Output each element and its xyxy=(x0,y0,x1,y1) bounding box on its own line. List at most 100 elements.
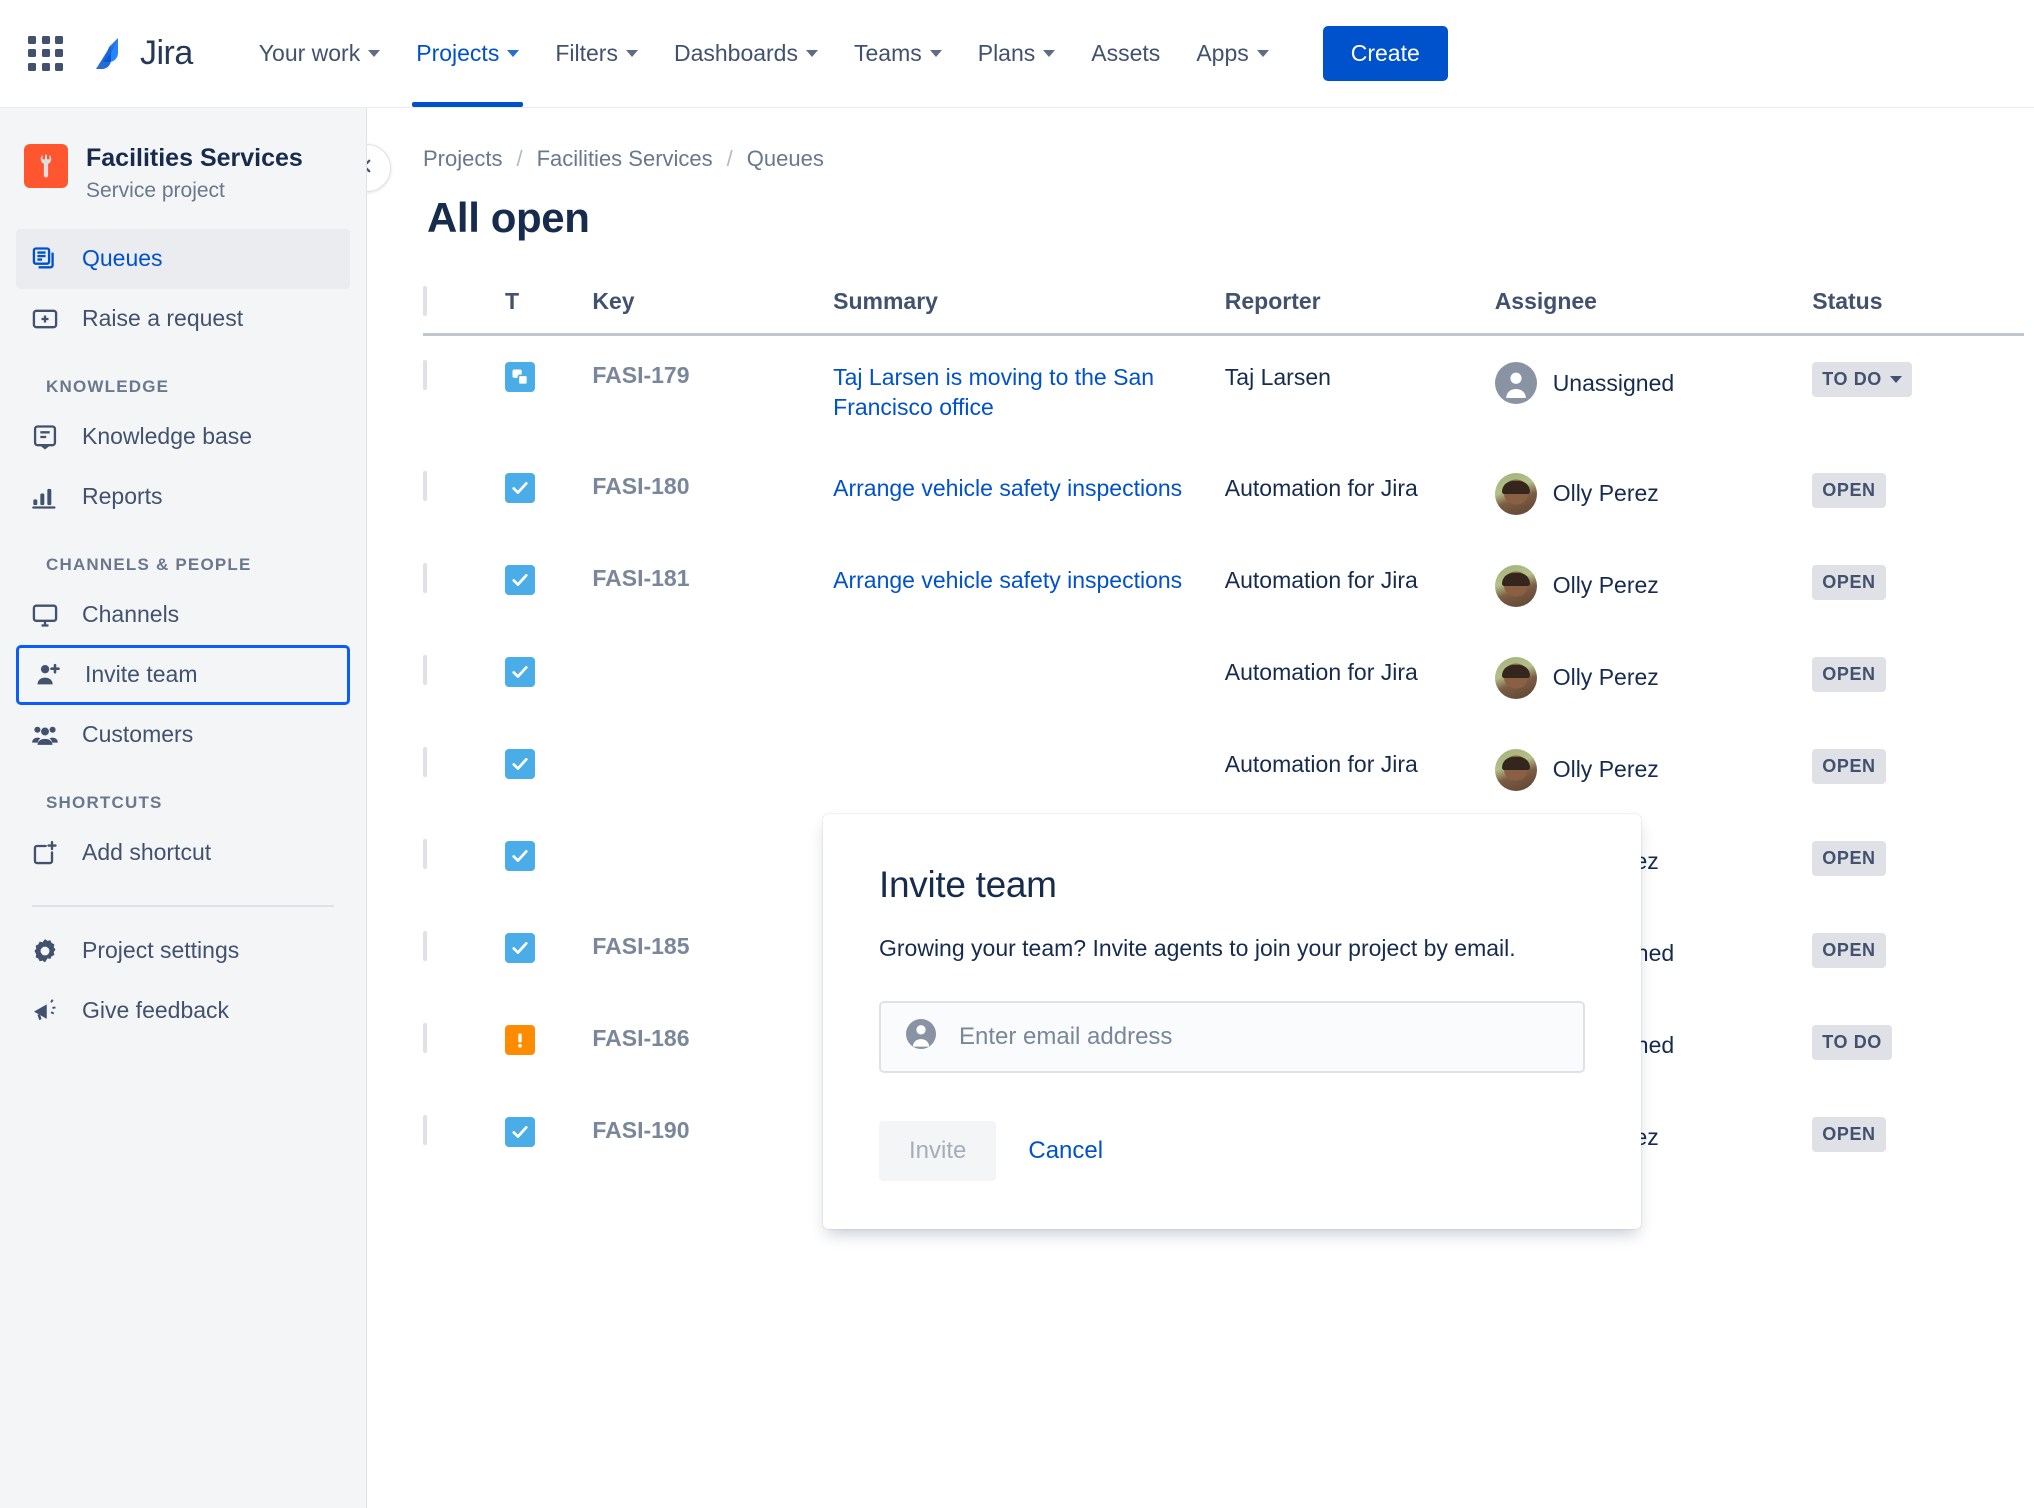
column-header-assignee[interactable]: Assignee xyxy=(1495,288,1813,335)
row-summary[interactable] xyxy=(833,723,1225,815)
row-reporter: Automation for Jira xyxy=(1224,474,1418,501)
sidebar-item-reports[interactable]: Reports xyxy=(16,467,350,527)
row-assignee[interactable]: Olly Perez xyxy=(1494,564,1813,607)
table-row[interactable]: Automation for Jira Olly Perez OPEN xyxy=(423,631,2024,723)
row-key[interactable]: FASI-190 xyxy=(592,1091,833,1183)
row-select-cell xyxy=(423,539,505,631)
table-row[interactable]: FASI-180 Arrange vehicle safety inspectio… xyxy=(423,447,2024,539)
task-icon[interactable] xyxy=(505,656,536,687)
row-key[interactable] xyxy=(592,815,833,907)
nav-item-dashboards[interactable]: Dashboards xyxy=(656,0,836,107)
column-header-key[interactable]: Key xyxy=(592,288,833,335)
row-summary[interactable]: Taj Larsen is moving to the San Francisc… xyxy=(833,335,1225,447)
breadcrumb-item-facilities-services[interactable]: Facilities Services xyxy=(537,146,713,172)
sidebar-item-queues[interactable]: Queues xyxy=(16,228,350,289)
cancel-button[interactable]: Cancel xyxy=(1010,1121,1121,1181)
column-header-status[interactable]: Status xyxy=(1812,288,2024,335)
invite-team-icon xyxy=(33,660,63,690)
row-summary[interactable]: Arrange vehicle safety inspections xyxy=(833,447,1225,539)
nav-item-filters[interactable]: Filters xyxy=(537,0,656,107)
row-checkbox[interactable] xyxy=(423,930,427,961)
sidebar-item-customers[interactable]: Customers xyxy=(16,705,350,765)
row-checkbox[interactable] xyxy=(423,470,427,501)
app-switcher-icon[interactable] xyxy=(24,32,68,76)
row-assignee[interactable]: Olly Perez xyxy=(1494,656,1813,699)
row-key[interactable]: FASI-186 xyxy=(592,999,833,1091)
task-icon[interactable] xyxy=(505,748,536,779)
row-assignee[interactable]: Olly Perez xyxy=(1494,472,1813,515)
row-checkbox[interactable] xyxy=(423,746,427,777)
row-select-cell xyxy=(423,907,505,999)
row-checkbox[interactable] xyxy=(423,1114,427,1145)
row-checkbox[interactable] xyxy=(423,654,427,685)
status-badge[interactable]: TO DO xyxy=(1812,362,1912,397)
row-summary[interactable] xyxy=(833,631,1225,723)
task-icon[interactable] xyxy=(505,840,536,871)
nav-item-plans[interactable]: Plans xyxy=(960,0,1074,107)
task-icon[interactable] xyxy=(505,564,536,595)
invite-button[interactable]: Invite xyxy=(879,1120,997,1181)
table-row[interactable]: FASI-181 Arrange vehicle safety inspectio… xyxy=(423,539,2024,631)
status-badge[interactable]: TO DO xyxy=(1812,1024,1892,1060)
status-badge[interactable]: OPEN xyxy=(1812,1116,1886,1152)
row-select-cell xyxy=(423,999,505,1091)
row-checkbox[interactable] xyxy=(423,838,427,869)
status-badge[interactable]: OPEN xyxy=(1812,932,1886,968)
row-type-cell xyxy=(505,1091,592,1183)
sidebar-item-raise-a-request[interactable]: Raise a request xyxy=(16,289,350,349)
row-checkbox[interactable] xyxy=(423,1022,427,1053)
status-badge[interactable]: OPEN xyxy=(1812,564,1886,600)
avatar xyxy=(1494,748,1537,791)
select-all-checkbox[interactable] xyxy=(423,286,427,316)
row-status-cell: OPEN xyxy=(1812,539,2024,631)
sidebar-item-invite-team[interactable]: Invite team xyxy=(16,644,350,705)
status-badge[interactable]: OPEN xyxy=(1812,472,1886,508)
column-header-summary[interactable]: Summary xyxy=(833,288,1225,335)
nav-item-projects[interactable]: Projects xyxy=(398,0,537,107)
sidebar-item-channels[interactable]: Channels xyxy=(16,585,350,645)
row-summary[interactable]: Arrange vehicle safety inspections xyxy=(833,539,1225,631)
nav-item-apps[interactable]: Apps xyxy=(1178,0,1286,107)
service-request-icon[interactable] xyxy=(505,362,536,392)
create-button[interactable]: Create xyxy=(1322,26,1448,81)
row-status-cell: TO DO xyxy=(1812,335,2024,447)
jira-home-link[interactable]: Jira xyxy=(88,34,193,74)
row-key[interactable]: FASI-181 xyxy=(592,539,833,631)
email-field[interactable]: Enter email address xyxy=(879,1000,1585,1073)
table-row[interactable]: FASI-179 Taj Larsen is moving to the San … xyxy=(423,335,2024,447)
sidebar-item-knowledge-base[interactable]: Knowledge base xyxy=(16,407,350,467)
row-checkbox[interactable] xyxy=(423,360,427,390)
column-header-type[interactable]: T xyxy=(505,288,592,335)
sidebar-item-give-feedback[interactable]: Give feedback xyxy=(16,981,350,1041)
row-type-cell xyxy=(505,447,592,539)
project-header[interactable]: Facilities Services Service project xyxy=(0,108,366,211)
status-badge[interactable]: OPEN xyxy=(1812,748,1886,784)
task-icon[interactable] xyxy=(505,932,536,963)
breadcrumb-item-projects[interactable]: Projects xyxy=(423,146,502,172)
row-key[interactable]: FASI-185 xyxy=(592,907,833,999)
status-badge[interactable]: OPEN xyxy=(1812,656,1886,692)
bug-icon[interactable] xyxy=(505,1024,536,1055)
row-key[interactable]: FASI-180 xyxy=(592,447,833,539)
status-badge[interactable]: OPEN xyxy=(1812,840,1886,876)
status-label: OPEN xyxy=(1822,663,1876,684)
breadcrumb-item-queues[interactable]: Queues xyxy=(747,146,824,172)
row-key[interactable] xyxy=(592,631,833,723)
row-key[interactable] xyxy=(592,723,833,815)
nav-item-your-work[interactable]: Your work xyxy=(241,0,398,107)
row-assignee[interactable]: Unassigned xyxy=(1494,362,1813,404)
column-header-reporter[interactable]: Reporter xyxy=(1225,288,1495,335)
nav-item-assets[interactable]: Assets xyxy=(1073,0,1178,107)
nav-label: Apps xyxy=(1196,40,1249,66)
row-key[interactable]: FASI-179 xyxy=(592,335,833,447)
row-checkbox[interactable] xyxy=(423,562,427,593)
sidebar-item-project-settings[interactable]: Project settings xyxy=(16,921,350,981)
task-icon[interactable] xyxy=(505,1116,536,1147)
dialog-title: Invite team xyxy=(879,864,1057,905)
row-type-cell xyxy=(505,539,592,631)
sidebar-item-add-shortcut[interactable]: Add shortcut xyxy=(16,823,350,883)
nav-item-teams[interactable]: Teams xyxy=(836,0,960,107)
table-row[interactable]: Automation for Jira Olly Perez OPEN xyxy=(423,723,2024,815)
task-icon[interactable] xyxy=(505,472,536,503)
row-assignee[interactable]: Olly Perez xyxy=(1494,748,1813,791)
